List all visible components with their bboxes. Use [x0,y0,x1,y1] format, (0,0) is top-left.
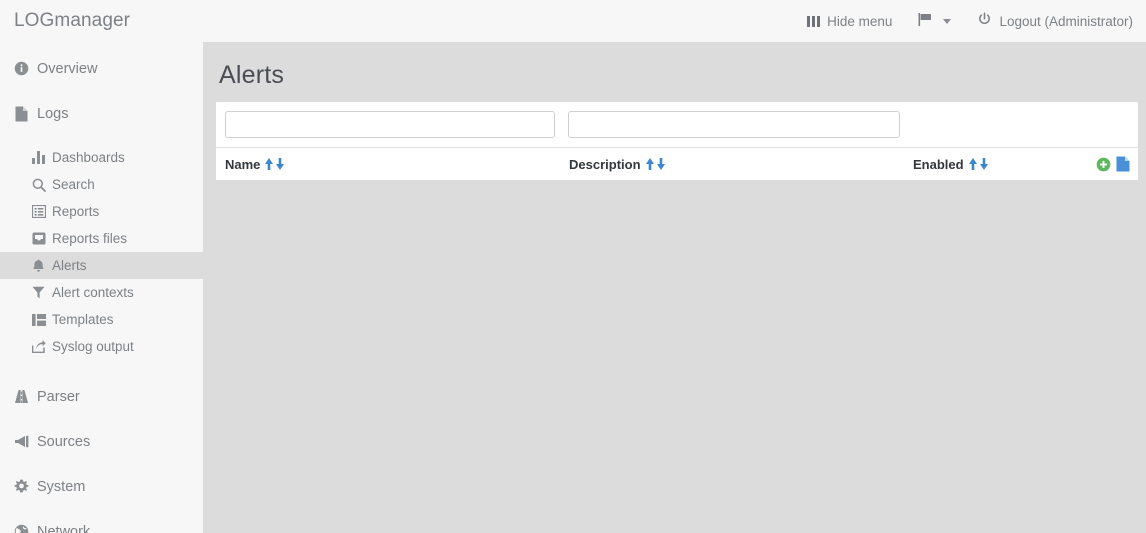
sidebar-item-label: Search [52,177,95,192]
app-brand-logo[interactable]: LOGmanager [0,10,130,32]
sidebar-item-label: Sources [37,433,91,450]
logout-button[interactable]: Logout (Administrator) [977,12,1133,30]
share-square-icon [31,340,46,353]
table-filter-row [216,102,1138,147]
file-import-icon [1116,156,1130,172]
sidebar-item-label: Overview [37,60,98,77]
column-header-name[interactable]: Name [225,157,569,172]
plus-circle-icon [1096,157,1111,171]
inbox-icon [31,232,46,245]
sidebar-item-reports[interactable]: Reports [0,198,203,225]
sidebar-item-templates[interactable]: Templates [0,306,203,333]
sort-desc-icon [656,158,665,170]
alerts-table-panel: Name Description Enabled [216,102,1138,180]
add-alert-button[interactable] [1096,157,1111,172]
sort-desc-icon [979,158,988,170]
sort-asc-icon [645,158,654,170]
sidebar-item-reports-files[interactable]: Reports files [0,225,203,252]
list-alt-icon [31,205,46,218]
top-header-bar: LOGmanager Hide menu Logout (Administrat… [0,0,1146,42]
sidebar-item-label: Syslog output [52,339,134,354]
sidebar-item-label: Alerts [52,258,87,273]
language-flag-dropdown[interactable] [918,12,952,30]
sidebar-item-parser[interactable]: Parser [0,382,203,411]
import-alert-button[interactable] [1116,156,1130,172]
hide-menu-button[interactable]: Hide menu [807,14,892,29]
sidebar-navigation: Overview Logs Dashboards Search Reports … [0,42,203,533]
sidebar-item-logs[interactable]: Logs [0,99,203,128]
power-icon [977,12,992,30]
sort-asc-icon [265,158,274,170]
sidebar-item-label: System [37,478,86,495]
sidebar-item-network[interactable]: Network [0,517,203,533]
logout-label: Logout (Administrator) [999,13,1133,29]
sidebar-item-label: Alert contexts [52,285,134,300]
sort-desc-icon [276,158,285,170]
sidebar-item-label: Reports [52,204,100,219]
gear-icon [13,479,30,494]
filter-name-input[interactable] [225,111,555,138]
table-header-row: Name Description Enabled [216,147,1138,180]
sidebar-item-alerts[interactable]: Alerts [0,252,203,279]
sidebar-item-label: Network [37,523,91,533]
sidebar-item-label: Logs [37,105,69,122]
column-label: Description [569,156,641,172]
hide-menu-label: Hide menu [827,13,893,29]
filter-icon [31,286,46,299]
chevron-down-icon [943,18,952,24]
flag-icon [918,12,933,30]
page-title: Alerts [219,61,285,89]
sidebar-item-overview[interactable]: Overview [0,54,203,83]
bar-chart-icon [31,151,46,164]
sidebar-item-alert-contexts[interactable]: Alert contexts [0,279,203,306]
header-actions: Hide menu Logout (Administrator) [807,12,1146,30]
sidebar-item-system[interactable]: System [0,472,203,501]
sidebar-item-label: Reports files [52,231,128,246]
sort-asc-icon [968,158,977,170]
sidebar-item-sources[interactable]: Sources [0,427,203,456]
road-icon [13,389,30,404]
sidebar-item-label: Dashboards [52,150,125,165]
info-circle-icon [13,61,30,76]
sort-arrows-enabled[interactable] [968,157,989,171]
sidebar-item-dashboards[interactable]: Dashboards [0,144,203,171]
bullhorn-icon [13,435,30,448]
sidebar-item-syslog-output[interactable]: Syslog output [0,333,203,360]
sort-arrows-name[interactable] [264,157,285,171]
columns-icon [31,313,46,326]
main-content-area: Alerts Name Description Enabled [203,42,1146,533]
filter-description-input[interactable] [568,111,900,138]
column-header-enabled[interactable]: Enabled [913,157,1073,172]
bell-icon [31,259,46,273]
sidebar-item-label: Templates [52,312,114,327]
globe-icon [13,524,30,533]
grid-icon [807,15,821,27]
column-header-description[interactable]: Description [569,157,913,172]
file-icon [13,106,30,122]
column-label: Name [225,156,261,172]
sidebar-item-label: Parser [37,388,80,405]
column-label: Enabled [913,156,964,172]
sort-arrows-description[interactable] [645,157,666,171]
search-icon [31,178,46,192]
table-action-buttons [1096,156,1130,172]
sidebar-item-search[interactable]: Search [0,171,203,198]
